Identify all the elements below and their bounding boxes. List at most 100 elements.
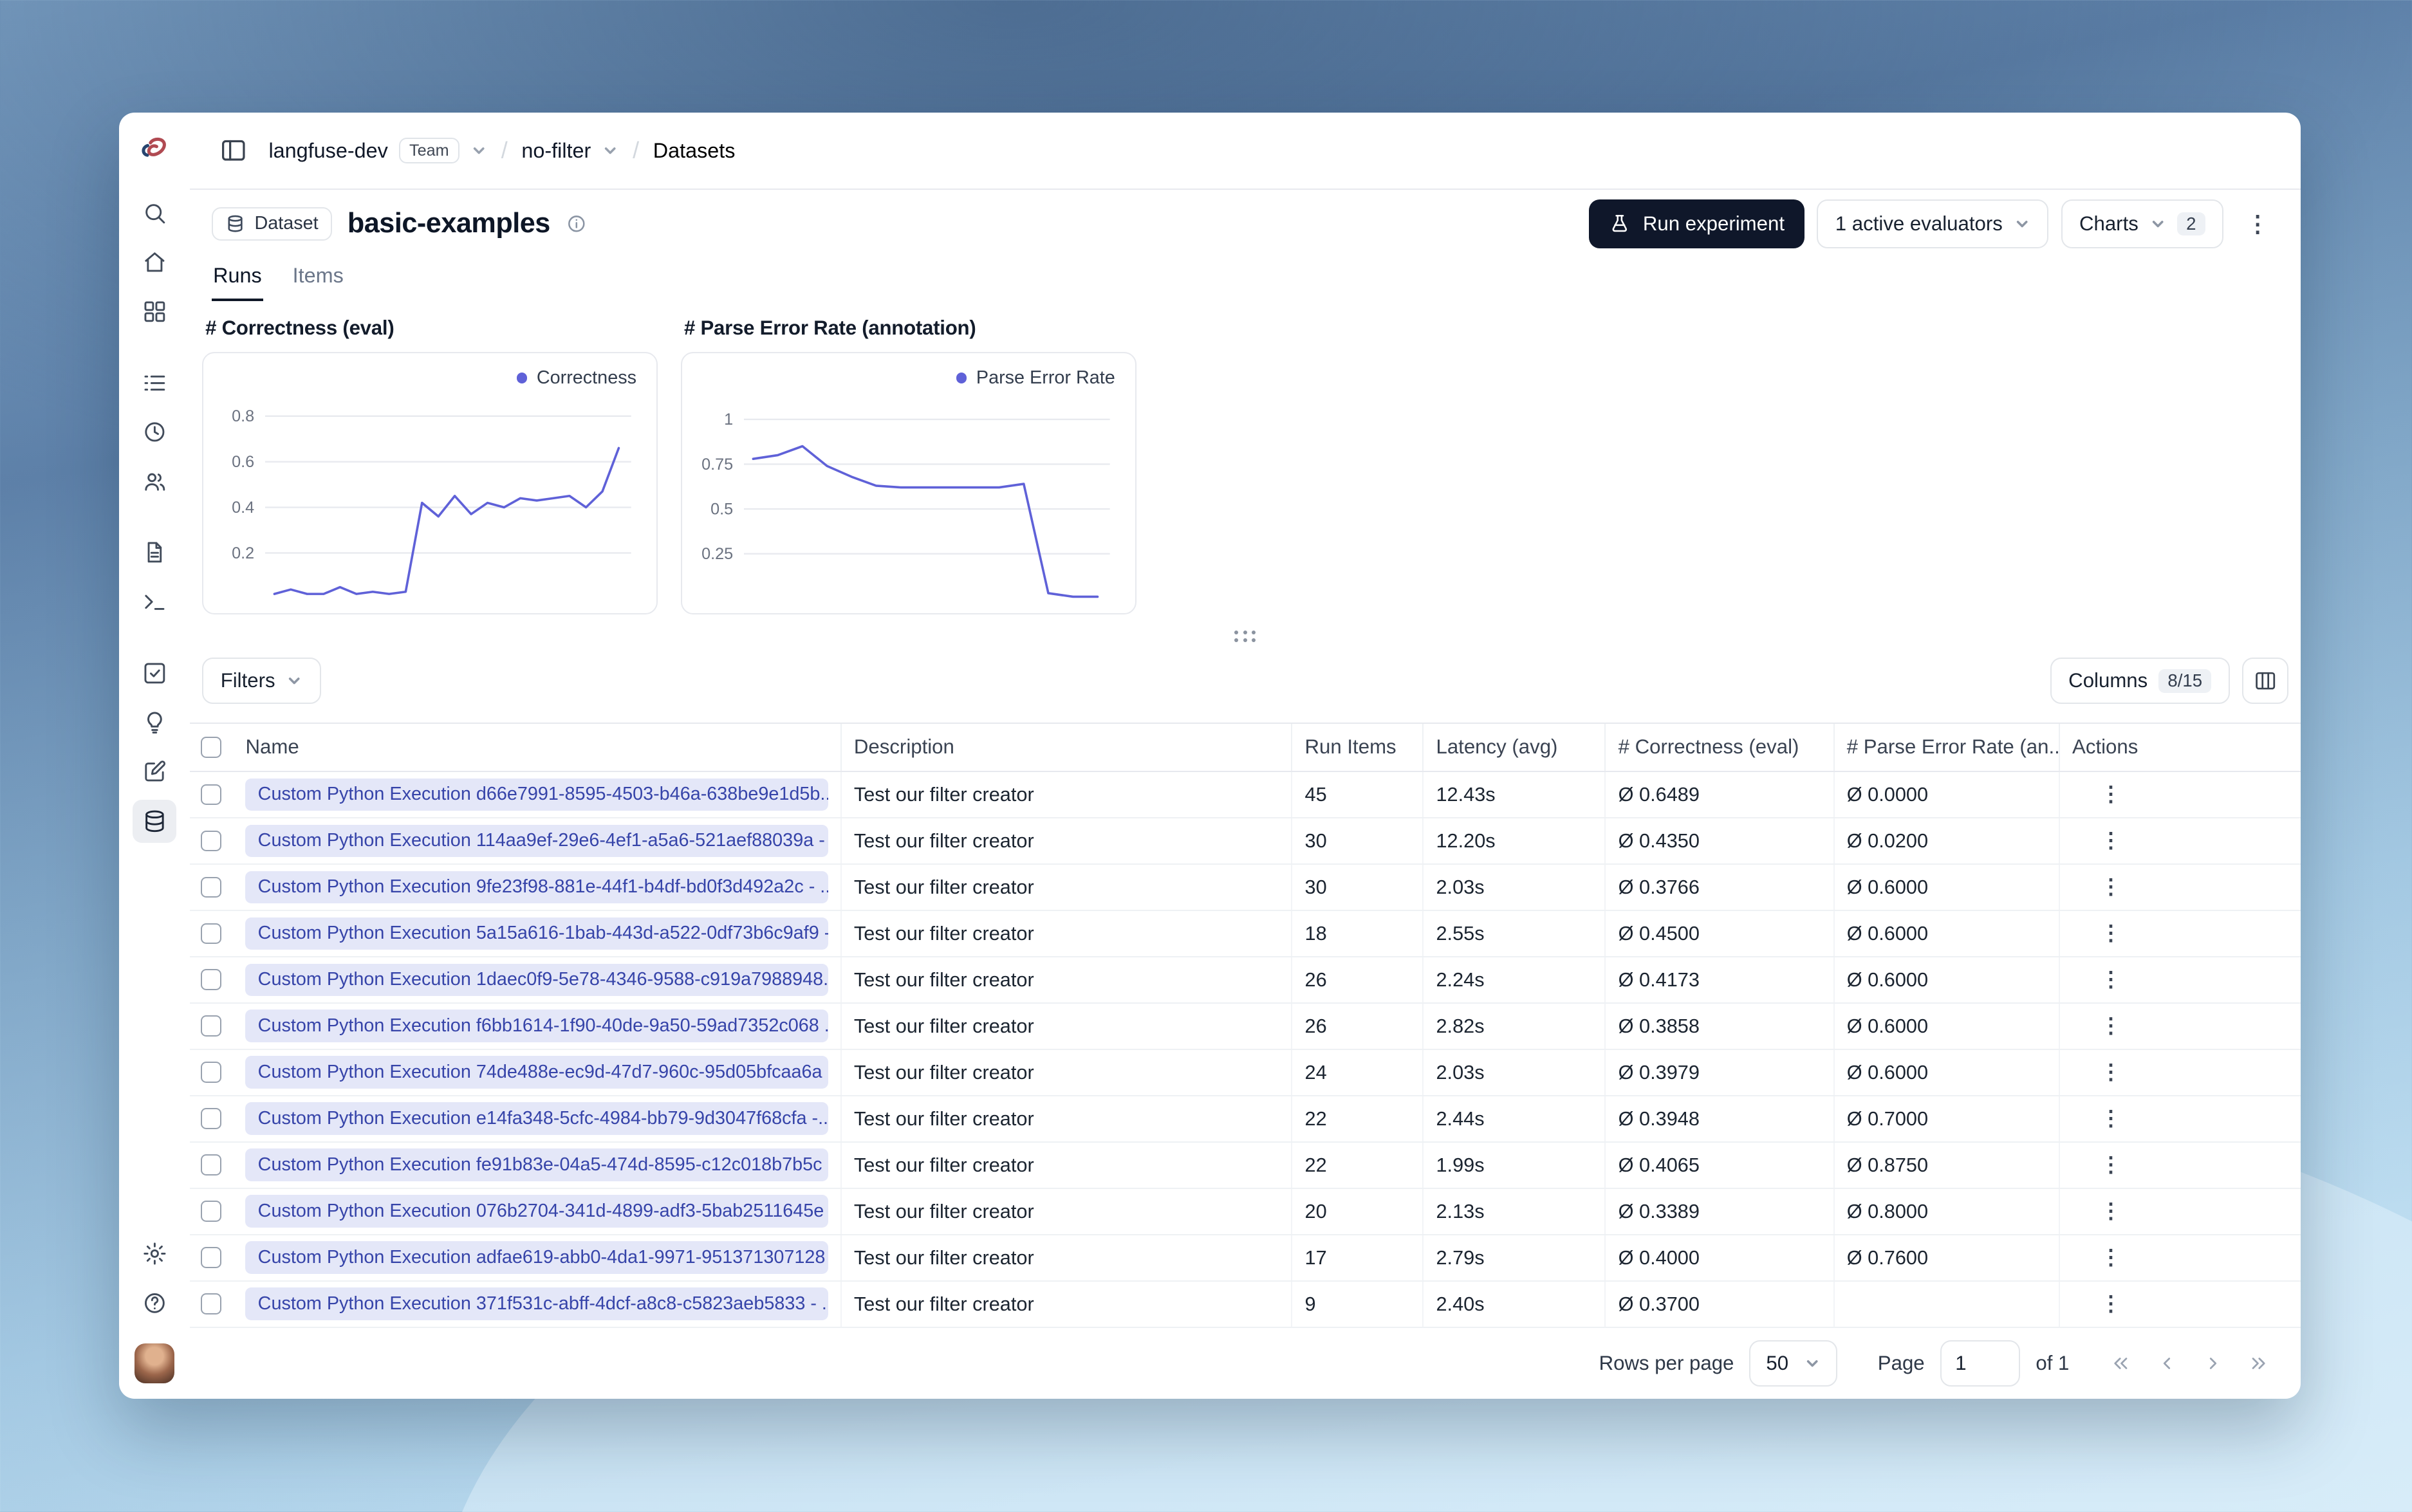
row-checkbox[interactable]: [200, 1201, 222, 1222]
row-actions-button[interactable]: ⋮: [2091, 873, 2131, 901]
sidebar-item-home[interactable]: [133, 241, 176, 284]
run-name-link[interactable]: Custom Python Execution f6bb1614-1f90-40…: [245, 1010, 828, 1042]
run-name-link[interactable]: Custom Python Execution fe91b83e-04a5-47…: [245, 1148, 828, 1181]
users-icon: [144, 473, 165, 491]
row-actions-button[interactable]: ⋮: [2091, 1105, 2131, 1132]
tab-runs[interactable]: Runs: [211, 255, 264, 302]
row-checkbox[interactable]: [200, 784, 222, 805]
table-row: Custom Python Execution f6bb1614-1f90-40…: [190, 1003, 2301, 1050]
langfuse-logo[interactable]: [135, 130, 174, 170]
top-navigation-bar: langfuse-dev Team / no-filter / Datasets: [190, 113, 2301, 190]
row-checkbox[interactable]: [200, 1062, 222, 1083]
sidebar-item-datasets[interactable]: [133, 799, 176, 843]
row-actions-button[interactable]: ⋮: [2091, 1197, 2131, 1225]
run-experiment-button[interactable]: Run experiment: [1588, 199, 1805, 249]
run-name-link[interactable]: Custom Python Execution adfae619-abb0-4d…: [245, 1241, 828, 1274]
last-page-button[interactable]: [2239, 1343, 2279, 1383]
row-checkbox[interactable]: [200, 830, 222, 851]
sidebar-toggle-button[interactable]: [212, 129, 255, 172]
run-name-link[interactable]: Custom Python Execution d66e7991-8595-45…: [245, 778, 828, 811]
row-checkbox[interactable]: [200, 1293, 222, 1314]
row-checkbox[interactable]: [200, 876, 222, 898]
run-latency-value: 2.82s: [1424, 1003, 1606, 1049]
org-switcher[interactable]: langfuse-dev Team: [268, 138, 487, 164]
previous-page-button[interactable]: [2146, 1343, 2186, 1383]
sidebar-item-insights[interactable]: [133, 701, 176, 744]
column-header-description[interactable]: Description: [842, 723, 1293, 771]
clock-icon: [144, 422, 164, 442]
row-actions-button[interactable]: ⋮: [2091, 827, 2131, 854]
filters-button[interactable]: Filters: [202, 658, 322, 705]
svg-text:0.6: 0.6: [232, 453, 254, 471]
run-name-link[interactable]: Custom Python Execution 114aa9ef-29e6-4e…: [245, 824, 828, 857]
column-header-name[interactable]: Name: [233, 723, 842, 771]
run-parse-error-value: Ø 0.0200: [1835, 818, 2060, 863]
row-checkbox[interactable]: [200, 969, 222, 990]
column-header-run-items[interactable]: Run Items: [1292, 723, 1424, 771]
sidebar-item-search[interactable]: [133, 192, 176, 235]
sidebar-item-playground[interactable]: [133, 580, 176, 623]
evaluators-dropdown[interactable]: 1 active evaluators: [1817, 199, 2049, 249]
chevron-right-icon: [2209, 1357, 2216, 1369]
row-actions-button[interactable]: ⋮: [2091, 919, 2131, 947]
sidebar-item-settings[interactable]: [133, 1232, 176, 1275]
sidebar-item-annotation[interactable]: [133, 750, 176, 793]
panel-resize-handle[interactable]: [1232, 627, 1259, 645]
row-actions-button[interactable]: ⋮: [2091, 1058, 2131, 1086]
run-name-link[interactable]: Custom Python Execution 1daec0f9-5e78-43…: [245, 963, 828, 996]
run-name-link[interactable]: Custom Python Execution 076b2704-341d-48…: [245, 1195, 828, 1228]
table-row: Custom Python Execution 5a15a616-1bab-44…: [190, 910, 2301, 957]
select-all-checkbox[interactable]: [200, 737, 222, 758]
page-number-input[interactable]: [1940, 1340, 2021, 1387]
row-checkbox[interactable]: [200, 1154, 222, 1175]
table-row: Custom Python Execution 1daec0f9-5e78-43…: [190, 957, 2301, 1004]
column-header-parse-error[interactable]: # Parse Error Rate (an...: [1835, 723, 2060, 771]
run-name-link[interactable]: Custom Python Execution 9fe23f98-881e-44…: [245, 871, 828, 903]
sidebar-item-sessions[interactable]: [133, 410, 176, 454]
first-page-button[interactable]: [2100, 1343, 2140, 1383]
row-actions-button[interactable]: ⋮: [2091, 1151, 2131, 1179]
sidebar-item-tracing[interactable]: [133, 361, 176, 404]
row-checkbox[interactable]: [200, 923, 222, 944]
run-correctness-value: Ø 0.6489: [1606, 771, 1835, 817]
info-icon[interactable]: [566, 213, 588, 235]
run-name-link[interactable]: Custom Python Execution 74de488e-ec9d-47…: [245, 1056, 828, 1089]
chevron-down-icon: [1806, 1360, 1818, 1367]
row-checkbox[interactable]: [200, 1108, 222, 1129]
chart-legend: Correctness: [219, 367, 641, 389]
run-name-link[interactable]: Custom Python Execution e14fa348-5cfc-49…: [245, 1102, 828, 1135]
user-avatar[interactable]: [134, 1343, 175, 1383]
row-actions-button[interactable]: ⋮: [2091, 1290, 2131, 1318]
next-page-button[interactable]: [2193, 1343, 2232, 1383]
row-actions-button[interactable]: ⋮: [2091, 966, 2131, 993]
run-correctness-value: Ø 0.4350: [1606, 818, 1835, 863]
table-view-options-button[interactable]: [2242, 658, 2289, 705]
svg-text:0.2: 0.2: [232, 544, 254, 562]
sidebar-item-prompts[interactable]: [133, 531, 176, 574]
sidebar-item-evaluation[interactable]: [133, 651, 176, 694]
column-header-latency[interactable]: Latency (avg): [1424, 723, 1606, 771]
run-correctness-value: Ø 0.3766: [1606, 864, 1835, 910]
run-name-link[interactable]: Custom Python Execution 5a15a616-1bab-44…: [245, 917, 828, 950]
tab-items[interactable]: Items: [291, 255, 345, 301]
sidebar-item-users[interactable]: [133, 460, 176, 503]
breadcrumb-section-datasets[interactable]: Datasets: [653, 139, 736, 163]
row-checkbox[interactable]: [200, 1247, 222, 1268]
columns-button[interactable]: Columns 8/15: [2050, 658, 2230, 705]
run-name-link[interactable]: Custom Python Execution 371f531c-abff-4d…: [245, 1287, 828, 1320]
row-actions-button[interactable]: ⋮: [2091, 1012, 2131, 1040]
rows-per-page-select[interactable]: 50: [1749, 1340, 1838, 1387]
column-header-correctness[interactable]: # Correctness (eval): [1606, 723, 1835, 771]
row-actions-button[interactable]: ⋮: [2091, 1244, 2131, 1271]
charts-dropdown[interactable]: Charts 2: [2061, 199, 2224, 249]
page-menu-kebab[interactable]: ⋮: [2236, 202, 2279, 245]
row-checkbox[interactable]: [200, 1015, 222, 1037]
row-actions-button[interactable]: ⋮: [2091, 780, 2131, 808]
panel-divider: [190, 627, 2301, 645]
table-row: Custom Python Execution 076b2704-341d-48…: [190, 1188, 2301, 1235]
sidebar-item-help[interactable]: [133, 1282, 176, 1325]
chart-title: # Parse Error Rate (annotation): [683, 317, 976, 340]
run-latency-value: 2.24s: [1424, 957, 1606, 1002]
project-switcher[interactable]: no-filter: [521, 139, 618, 163]
sidebar-item-dashboards[interactable]: [133, 290, 176, 333]
